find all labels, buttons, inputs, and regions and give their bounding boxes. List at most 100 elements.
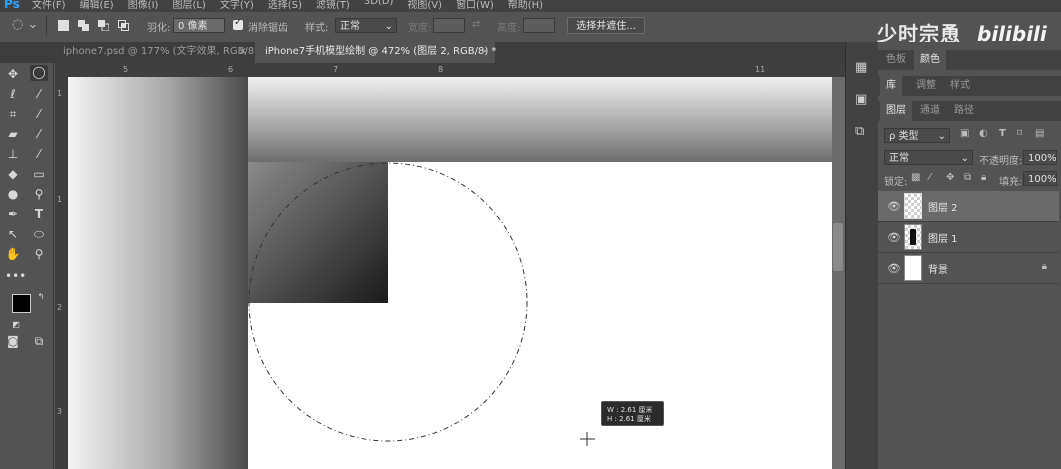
fill-input[interactable]: 100% <box>1023 171 1057 186</box>
type-tool-icon[interactable]: T <box>31 207 47 221</box>
eye-icon[interactable]: 👁︎ <box>887 262 901 275</box>
tab-iphone7-psd[interactable]: iphone7.psd @ 177% (文字效果, RGB/8) × <box>53 42 258 63</box>
antialias-checkbox[interactable] <box>233 17 243 30</box>
tab-styles[interactable]: 样式 <box>944 76 976 96</box>
filter-pixel-icon[interactable]: ▣ <box>960 128 969 139</box>
style-select[interactable]: 正常 ⌄ <box>335 18 397 33</box>
menu-image[interactable]: 图像(I) <box>128 0 159 11</box>
swap-colors-icon[interactable]: ↰ <box>33 290 49 304</box>
history-panel-icon[interactable]: ▦ <box>855 60 867 75</box>
swap-dimensions-icon[interactable]: ⇄ <box>472 19 480 30</box>
selection-size-tooltip: W : 2.61 厘米 H : 2.61 厘米 <box>601 401 664 426</box>
width-input[interactable] <box>433 18 465 33</box>
clone-stamp-tool-icon[interactable]: ⊥ <box>5 147 21 161</box>
lock-transparent-icon[interactable]: ▩ <box>911 172 920 183</box>
menu-window[interactable]: 窗口(W) <box>456 0 494 11</box>
tab-layers[interactable]: 图层 <box>880 101 912 121</box>
tab-channels[interactable]: 通道 <box>914 101 946 121</box>
tab-libraries[interactable]: 库 <box>880 76 902 96</box>
lock-position-icon[interactable]: ✥ <box>946 172 954 183</box>
eye-icon[interactable]: 👁︎ <box>887 200 901 213</box>
antialias-label: 消除锯齿 <box>248 23 288 34</box>
menu-layer[interactable]: 图层(L) <box>172 0 205 11</box>
hand-tool-icon[interactable]: ✋ <box>5 247 21 261</box>
opacity-input[interactable]: 100% <box>1023 150 1057 165</box>
vertical-scrollbar[interactable] <box>833 223 843 271</box>
lock-artboard-icon[interactable]: ⧉ <box>964 172 971 183</box>
ruler-tick: 5 <box>123 65 129 74</box>
menu-type[interactable]: 文字(Y) <box>220 0 254 11</box>
eyedropper-tool-icon[interactable]: ⁄ <box>31 107 47 121</box>
healing-brush-tool-icon[interactable]: ▰ <box>5 127 21 141</box>
chevron-down-icon: ⌄ <box>384 21 393 32</box>
select-and-mask-button[interactable]: 选择并遮住... <box>567 17 645 34</box>
lock-label: 锁定: <box>884 177 908 188</box>
tab-adjustments[interactable]: 调整 <box>910 76 942 96</box>
blend-mode-select[interactable]: 正常 ⌄ <box>884 150 973 165</box>
quick-mask-icon[interactable]: ◙ <box>5 334 21 348</box>
tab-swatches[interactable]: 色板 <box>880 50 912 70</box>
opacity-label: 不透明度: <box>979 156 1023 167</box>
paths-panel-icon[interactable]: ⧉ <box>855 124 864 139</box>
filter-shape-icon[interactable]: ⌑ <box>1017 128 1022 139</box>
magic-wand-tool-icon[interactable]: ⁄ <box>31 87 47 101</box>
blur-tool-icon[interactable]: ● <box>5 187 21 201</box>
tab-color[interactable]: 颜色 <box>914 50 946 70</box>
filter-type-icon[interactable]: T <box>999 128 1006 139</box>
layer-filter-select[interactable]: ρ 类型 ⌄ <box>884 128 950 143</box>
close-icon[interactable]: × <box>239 42 247 62</box>
layer-name: 图层 2 <box>928 203 958 214</box>
collapsed-panel-dock: ▦ ▣ ⧉ <box>845 42 879 469</box>
layer-row-layer-2[interactable]: 👁︎ 图层 2 <box>878 191 1059 222</box>
subtract-selection-icon[interactable] <box>98 20 110 32</box>
intersect-selection-icon[interactable] <box>118 20 129 31</box>
elliptical-marquee-tool-icon[interactable]: ◯ <box>30 65 48 81</box>
layer-row-layer-1[interactable]: 👁︎ 图层 1 <box>878 222 1059 253</box>
height-input[interactable] <box>523 18 555 33</box>
dodge-tool-icon[interactable]: ⚲ <box>31 187 47 201</box>
lock-image-icon[interactable]: ⁄ <box>929 172 931 183</box>
feather-input[interactable]: 0 像素 <box>173 18 225 33</box>
properties-panel-icon[interactable]: ▣ <box>855 92 867 107</box>
path-selection-tool-icon[interactable]: ↖ <box>5 227 21 241</box>
foreground-color-swatch[interactable] <box>12 294 31 313</box>
eye-icon[interactable]: 👁︎ <box>887 231 901 244</box>
pen-tool-icon[interactable]: ✒ <box>5 207 21 221</box>
crop-tool-icon[interactable]: ⌗ <box>5 107 21 121</box>
menu-edit[interactable]: 编辑(E) <box>80 0 114 11</box>
history-brush-tool-icon[interactable]: ⁄ <box>31 147 47 161</box>
ruler-tick: 1 <box>57 195 63 204</box>
menu-select[interactable]: 选择(S) <box>268 0 302 11</box>
filter-adjustment-icon[interactable]: ◐ <box>979 128 988 139</box>
close-icon[interactable]: × <box>481 42 489 62</box>
menu-file[interactable]: 文件(F) <box>32 0 66 11</box>
menu-filter[interactable]: 滤镜(T) <box>316 0 350 11</box>
default-colors-icon[interactable]: ◩ <box>8 318 24 332</box>
lock-all-icon[interactable]: 🔒︎ <box>981 172 986 183</box>
elliptical-marquee-preset-icon[interactable]: ◌ ⌄ <box>12 17 38 32</box>
brush-tool-icon[interactable]: ⁄ <box>31 127 47 141</box>
ruler-tick: 8 <box>438 65 444 74</box>
eraser-tool-icon[interactable]: ◆ <box>5 167 21 181</box>
lasso-tool-icon[interactable]: ℓ <box>5 87 21 101</box>
top-gradient-area <box>248 77 832 162</box>
ellipse-shape-tool-icon[interactable]: ⬭ <box>31 227 47 241</box>
menu-view[interactable]: 视图(V) <box>407 0 442 11</box>
tab-paths[interactable]: 路径 <box>948 101 980 121</box>
menu-3d[interactable]: 3D(D) <box>364 0 394 11</box>
layer-row-background[interactable]: 👁︎ 背景 🔒︎ <box>878 253 1059 284</box>
options-bar: ◌ ⌄ 羽化: 0 像素 消除锯齿 样式: 正常 ⌄ 宽度: ⇄ 高度: 选择并… <box>0 12 870 43</box>
document-canvas[interactable] <box>68 77 832 469</box>
zoom-tool-icon[interactable]: ⚲ <box>31 247 47 261</box>
style-select-value: 正常 <box>340 21 360 32</box>
gradient-tool-icon[interactable]: ▭ <box>31 167 47 181</box>
vertical-scroll-track <box>832 77 845 469</box>
tab-iphone7-model[interactable]: iPhone7手机模型绘制 @ 472% (图层 2, RGB/8) * × <box>255 42 496 63</box>
more-tools-icon[interactable]: ••• <box>5 269 26 283</box>
menu-help[interactable]: 帮助(H) <box>508 0 543 11</box>
filter-smart-object-icon[interactable]: ▤ <box>1035 128 1044 139</box>
add-selection-icon[interactable] <box>78 20 89 31</box>
new-selection-icon[interactable] <box>58 20 69 31</box>
screen-mode-icon[interactable]: ⧉ <box>31 334 47 348</box>
move-tool-icon[interactable]: ✥ <box>5 67 21 81</box>
